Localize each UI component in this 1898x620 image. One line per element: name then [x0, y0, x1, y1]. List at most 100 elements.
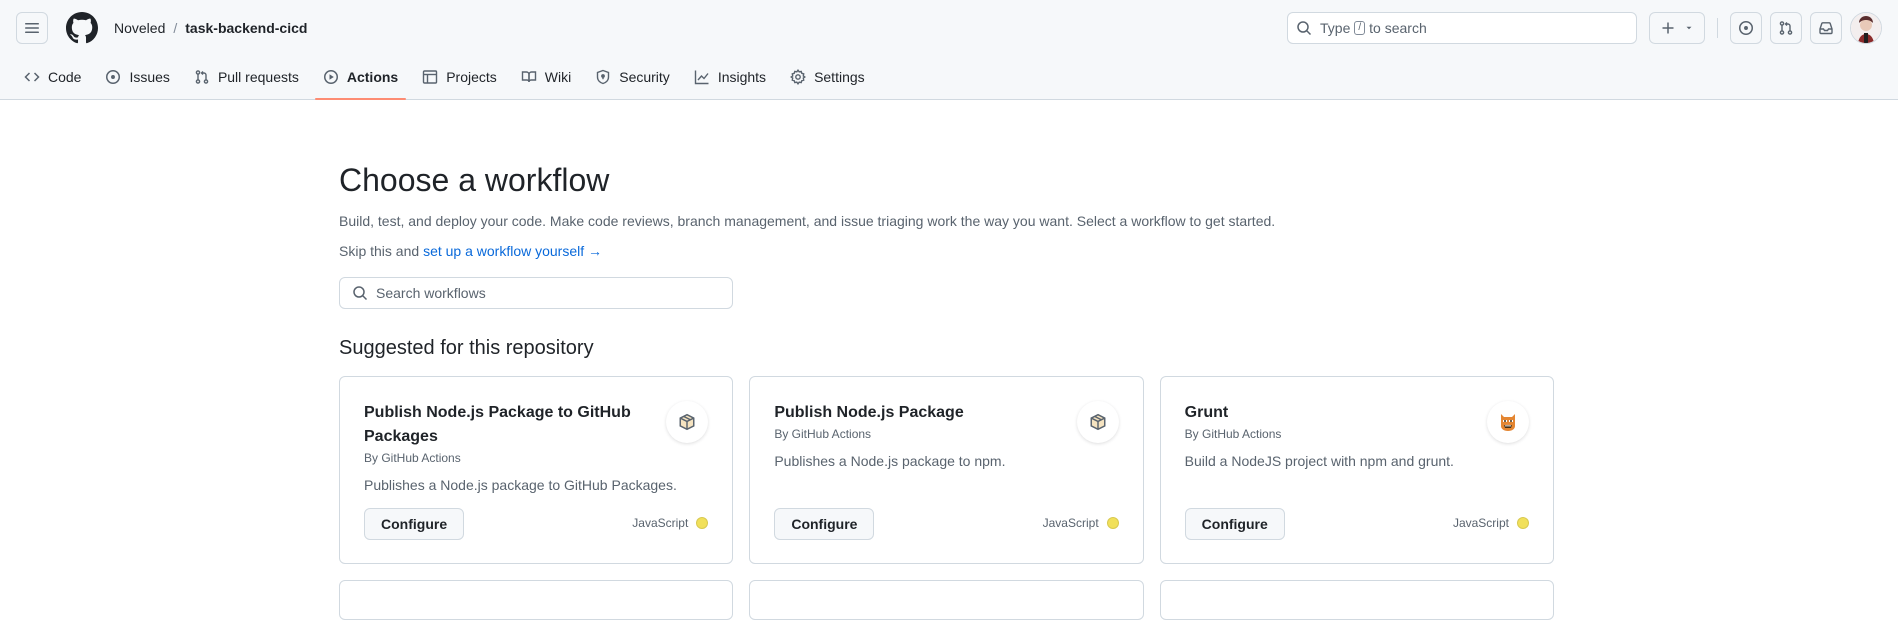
main-content: Choose a workflow Build, test, and deplo…	[339, 100, 1554, 620]
book-icon	[521, 71, 536, 83]
section-title: Suggested for this repository	[339, 337, 594, 359]
search-icon	[1297, 21, 1312, 36]
card-author: By GitHub Actions	[774, 427, 872, 441]
language-indicator: JavaScript	[632, 516, 709, 530]
create-new-button[interactable]	[1649, 12, 1705, 44]
tab-issues[interactable]: Issues	[97, 55, 177, 99]
tab-label: Projects	[446, 69, 497, 85]
tab-label: Settings	[814, 69, 865, 85]
repo-owner-link[interactable]: Noveled	[114, 20, 165, 36]
tab-insights[interactable]: Insights	[686, 55, 774, 99]
menu-button[interactable]	[16, 12, 48, 44]
page-description: Build, test, and deploy your code. Make …	[339, 213, 1276, 229]
language-indicator: JavaScript	[1453, 516, 1529, 530]
workflow-cards-row-2	[339, 580, 1554, 620]
global-search-input[interactable]: Type / to search	[1287, 12, 1637, 44]
breadcrumb: Noveled / task-backend-cicd	[114, 20, 307, 36]
header-divider	[1636, 18, 1637, 38]
tab-label: Issues	[129, 69, 170, 85]
language-label: JavaScript	[632, 516, 689, 530]
hamburger-icon	[25, 23, 39, 33]
skip-line: Skip this and set up a workflow yourself…	[339, 243, 1554, 259]
tab-label: Security	[619, 69, 670, 85]
global-bar: Noveled / task-backend-cicd Type / to se…	[0, 0, 1898, 56]
workflow-card	[1159, 580, 1554, 620]
tab-settings[interactable]: Settings	[782, 55, 873, 99]
code-icon	[24, 72, 40, 82]
app-header: Noveled / task-backend-cicd Type / to se…	[0, 0, 1898, 100]
gear-icon	[790, 69, 807, 85]
card-description: Publishes a Node.js package to GitHub Pa…	[364, 477, 677, 493]
tab-pull-requests[interactable]: Pull requests	[186, 55, 307, 99]
issues-button[interactable]	[1730, 12, 1762, 44]
card-author: By GitHub Actions	[1184, 427, 1282, 441]
configure-button[interactable]: Configure	[364, 508, 465, 540]
package-icon	[666, 401, 709, 443]
tab-projects[interactable]: Projects	[414, 55, 505, 99]
issue-opened-icon	[1739, 21, 1753, 35]
tab-label: Wiki	[544, 69, 572, 85]
tab-security[interactable]: Security	[587, 55, 678, 99]
card-description: Build a NodeJS project with npm and grun…	[1184, 453, 1454, 469]
language-label: JavaScript	[1042, 516, 1099, 530]
card-title: Publish Node.js Package	[774, 404, 964, 421]
language-dot	[696, 517, 709, 529]
workflow-cards: Publish Node.js Package to GitHub Packag…	[339, 376, 1554, 564]
inbox-button[interactable]	[1810, 12, 1842, 44]
table-icon	[423, 70, 438, 84]
tab-code[interactable]: Code	[16, 55, 89, 99]
card-author: By GitHub Actions	[364, 451, 461, 465]
configure-button[interactable]: Configure	[1184, 508, 1285, 540]
setup-workflow-link[interactable]: set up a workflow yourself →	[423, 243, 602, 259]
search-hint-after: to search	[1369, 20, 1427, 36]
card-description: Publishes a Node.js package to npm.	[774, 453, 1006, 469]
tab-label: Code	[48, 69, 82, 85]
configure-button[interactable]: Configure	[774, 508, 875, 540]
tab-label: Actions	[346, 69, 399, 85]
page-title: Choose a workflow	[339, 162, 610, 198]
github-logo-icon[interactable]	[66, 12, 98, 44]
setup-workflow-link-text: set up a workflow yourself	[423, 243, 585, 259]
skip-prefix: Skip this and	[339, 243, 420, 259]
tab-actions[interactable]: Actions	[314, 55, 407, 100]
language-dot	[1106, 517, 1119, 529]
graph-icon	[694, 70, 709, 85]
play-icon	[323, 70, 338, 84]
tab-wiki[interactable]: Wiki	[513, 55, 579, 99]
workflow-card: Publish Node.js Package By GitHub Action…	[749, 376, 1144, 564]
workflow-search	[339, 277, 733, 309]
grunt-logo-icon	[1486, 401, 1529, 443]
repo-name-link[interactable]: task-backend-cicd	[185, 20, 307, 36]
search-icon	[353, 286, 368, 301]
tab-label: Pull requests	[217, 69, 299, 85]
card-title: Grunt	[1184, 404, 1229, 421]
language-indicator: JavaScript	[1043, 516, 1119, 530]
workflow-card: Publish Node.js Package to GitHub Packag…	[339, 376, 734, 564]
header-divider	[1717, 18, 1718, 38]
workflow-card	[749, 580, 1144, 620]
tab-label: Insights	[717, 69, 767, 85]
pull-requests-button[interactable]	[1770, 12, 1802, 44]
plus-icon	[1662, 22, 1674, 34]
package-icon	[1076, 401, 1119, 443]
git-pull-request-icon	[1779, 21, 1793, 35]
language-label: JavaScript	[1452, 516, 1509, 530]
shield-icon	[597, 69, 610, 85]
arrow-right-icon: →	[588, 243, 603, 259]
workflow-card	[339, 580, 734, 620]
language-dot	[1516, 517, 1529, 529]
search-shortcut-key: /	[1354, 21, 1366, 35]
breadcrumb-separator: /	[173, 20, 178, 36]
git-pull-request-icon	[195, 70, 209, 84]
search-hint-before: Type	[1320, 20, 1351, 36]
issue-opened-icon	[106, 70, 121, 84]
repo-nav: Code Issues Pull requests Actions Projec…	[16, 55, 881, 100]
inbox-icon	[1819, 22, 1833, 35]
workflow-search-input[interactable]	[376, 285, 716, 301]
workflow-card: Grunt By GitHub Actions Build a NodeJS p…	[1159, 376, 1554, 564]
avatar-image-icon	[1851, 13, 1881, 43]
card-title: Publish Node.js Package to GitHub Packag…	[364, 404, 631, 445]
user-avatar[interactable]	[1850, 12, 1882, 44]
triangle-down-icon	[1686, 26, 1692, 30]
header-tools	[1632, 12, 1882, 44]
